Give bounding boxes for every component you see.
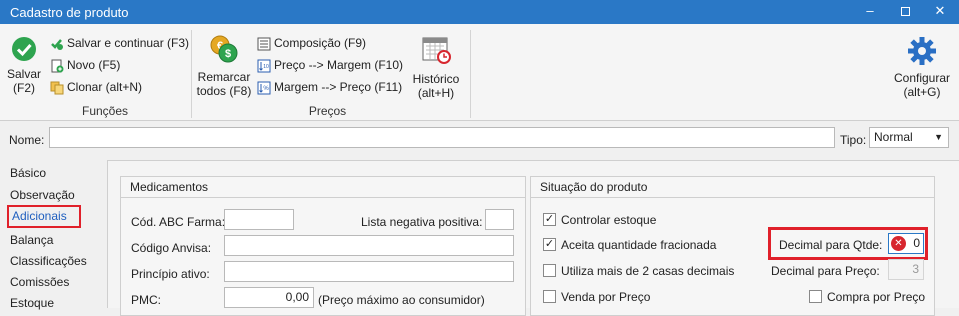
svg-text:10: 10 [263,64,269,70]
history-calendar-icon [422,37,451,64]
compra-por-preco-checkbox[interactable] [809,290,822,303]
mais-2-casas-checkbox[interactable] [543,264,556,277]
error-icon: ✕ [891,236,906,251]
reprice-all-button[interactable]: € $ Remarcar todos (F8) [196,34,252,98]
maximize-button[interactable] [890,0,920,24]
abc-farma-label: Cód. ABC Farma: [131,215,226,229]
price-to-margin-icon: 10 [257,59,271,73]
principio-ativo-input[interactable] [224,261,514,282]
minimize-icon: – [866,3,874,18]
configure-button[interactable]: Configurar (alt+G) [890,36,954,99]
group-label-funcoes: Funções [81,104,129,118]
minimize-button[interactable]: – [855,0,885,24]
aceita-fracionada-checkbox[interactable]: ✓ [543,238,556,251]
price-to-margin-label: Preço --> Margem (F10) [274,58,404,72]
new-button[interactable]: Novo (F5) [50,56,120,74]
history-label-line1: Histórico [412,72,460,86]
save-continue-label: Salvar e continuar (F3) [67,36,190,50]
clone-label: Clonar (alt+N) [67,80,143,94]
type-label: Tipo: [840,133,867,147]
group-label-precos: Preços [308,104,347,118]
mais-2-casas-label: Utiliza mais de 2 casas decimais [561,264,735,278]
new-label: Novo (F5) [67,58,121,72]
sidebar-item-adicionais[interactable]: Adicionais [7,205,81,228]
decimal-qtde-value: 0 [913,236,920,250]
new-document-icon [51,59,64,73]
pmc-label: PMC: [131,293,161,307]
history-button[interactable]: Histórico (alt+H) [408,34,464,100]
decimal-qtde-input[interactable]: ✕ 0 [888,233,924,254]
venda-por-preco-checkbox[interactable] [543,290,556,303]
save-continue-button[interactable]: Salvar e continuar (F3) [50,34,189,52]
sidebar-item-basico[interactable]: Básico [10,164,46,182]
window-title: Cadastro de produto [10,5,129,20]
decimal-preco-label: Decimal para Preço: [771,264,880,278]
sidebar-item-estoque[interactable]: Estoque [10,294,54,312]
lista-negativa-label: Lista negativa positiva: [361,215,483,229]
reprice-label-line2: todos (F8) [196,84,252,98]
history-label-line2: (alt+H) [417,86,455,100]
svg-text:$: $ [225,48,231,60]
name-label: Nome: [9,133,45,147]
situacao-panel: Situação do produto ✓ Controlar estoque … [530,176,935,316]
save-label-line1: Salvar [6,67,41,81]
ribbon-separator [191,30,192,118]
situacao-title: Situação do produto [531,177,934,198]
configure-label-line1: Configurar [893,71,951,85]
save-button[interactable]: Salvar (F2) [4,36,44,95]
margin-to-price-label: Margem --> Preço (F11) [274,80,403,94]
sidebar-item-comissoes[interactable]: Comissões [10,273,69,291]
price-to-margin-button[interactable]: 10 Preço --> Margem (F10) [257,56,403,74]
save-continue-icon [51,39,63,50]
controlar-estoque-label: Controlar estoque [561,213,657,227]
decimal-qtde-label: Decimal para Qtde: [779,238,883,252]
sidebar-item-balanca[interactable]: Balança [10,231,53,249]
ribbon-toolbar: Salvar (F2) Salvar e continuar (F3) Novo… [0,24,959,121]
configure-label-line2: (alt+G) [903,85,941,99]
sidebar-item-classificacoes[interactable]: Classificações [10,252,87,270]
aceita-fracionada-label: Aceita quantidade fracionada [561,238,717,252]
clone-icon [50,81,64,95]
decimal-preco-input[interactable]: 3 [888,259,924,280]
name-bar: Nome: Tipo: Normal ▼ [0,121,959,155]
save-label-line2: (F2) [13,81,35,95]
svg-text:%: % [263,86,269,92]
abc-farma-input[interactable] [224,209,294,230]
principio-ativo-label: Princípio ativo: [131,267,210,281]
venda-por-preco-label: Venda por Preço [561,290,651,304]
close-icon: ✕ [934,3,946,18]
chevron-down-icon: ▼ [934,132,943,142]
clone-button[interactable]: Clonar (alt+N) [50,78,142,96]
codigo-anvisa-label: Código Anvisa: [131,241,212,255]
medicamentos-title: Medicamentos [121,177,525,198]
pmc-input[interactable]: 0,00 [224,287,314,308]
checkmark-icon [12,37,36,61]
margin-to-price-icon: % [257,81,271,95]
pmc-hint: (Preço máximo ao consumidor) [318,293,485,307]
medicamentos-panel: Medicamentos Cód. ABC Farma: Lista negat… [120,176,526,316]
content-area: Medicamentos Cód. ABC Farma: Lista negat… [107,160,959,316]
compra-por-preco-label: Compra por Preço [827,290,926,304]
maximize-icon [900,7,910,17]
reprice-label-line1: Remarcar [197,70,251,84]
coins-icon: € $ [210,35,238,63]
close-button[interactable]: ✕ [925,0,955,24]
ribbon-separator [470,30,471,118]
lista-negativa-input[interactable] [485,209,514,230]
composition-icon [257,37,271,51]
title-bar: Cadastro de produto – ✕ [0,0,959,24]
name-input[interactable] [49,127,835,148]
composition-button[interactable]: Composição (F9) [257,34,366,52]
gear-icon [908,37,936,65]
controlar-estoque-checkbox[interactable]: ✓ [543,213,556,226]
composition-label: Composição (F9) [274,36,367,50]
margin-to-price-button[interactable]: % Margem --> Preço (F11) [257,78,402,96]
sidebar-item-observacao[interactable]: Observação [10,186,75,204]
type-select[interactable]: Normal ▼ [869,127,949,148]
codigo-anvisa-input[interactable] [224,235,514,256]
type-select-value: Normal [874,130,913,144]
